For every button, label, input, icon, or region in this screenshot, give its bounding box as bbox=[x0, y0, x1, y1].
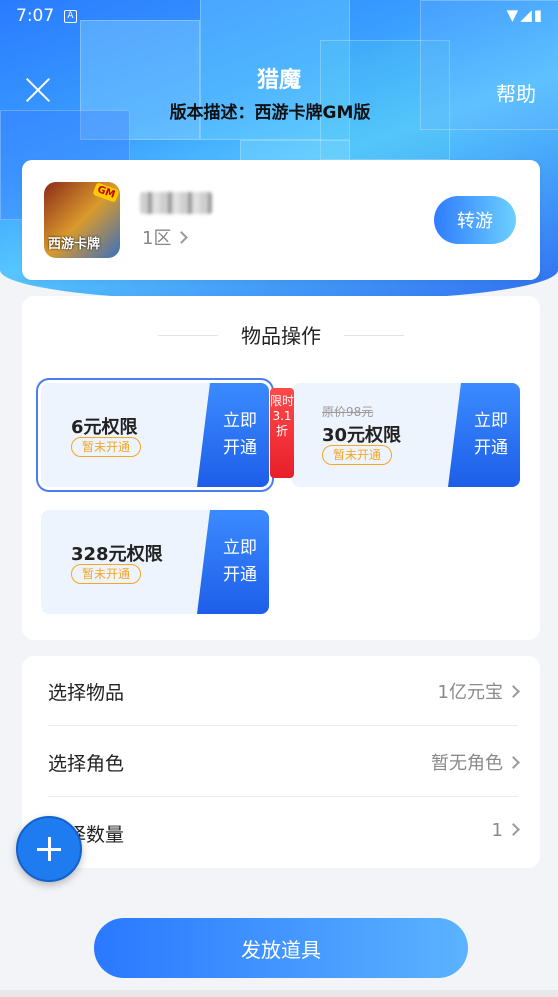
panel-title: 物品操作 bbox=[241, 324, 321, 348]
transfer-button[interactable]: 转游 bbox=[434, 196, 516, 244]
signal-battery-icon: ▼◢▮ bbox=[506, 6, 544, 24]
divider bbox=[48, 725, 518, 726]
game-account-name-blurred bbox=[140, 192, 212, 214]
activate-button[interactable]: 立即 开通 bbox=[197, 383, 269, 487]
navigation-bar bbox=[0, 990, 558, 997]
cta-line1: 立即 bbox=[223, 538, 257, 558]
floating-add-button[interactable] bbox=[16, 816, 82, 882]
tier-status-badge: 暂未开通 bbox=[322, 445, 393, 465]
tier-card-328[interactable]: 328元权限 暂未开通 立即 开通 bbox=[41, 510, 269, 614]
original-price: 原价98元 bbox=[322, 405, 374, 419]
select-role-row[interactable]: 选择角色 暂无角色 bbox=[48, 727, 520, 797]
select-item-row[interactable]: 选择物品 1亿元宝 bbox=[48, 656, 520, 726]
help-button[interactable]: 帮助 bbox=[496, 78, 536, 107]
server-label: 1区 bbox=[142, 228, 172, 249]
row-label: 选择角色 bbox=[48, 753, 125, 775]
status-bar: 7:07 A ▼◢▮ bbox=[0, 0, 558, 34]
activate-button[interactable]: 立即 开通 bbox=[448, 383, 520, 487]
game-icon: GM 西游卡牌 bbox=[44, 182, 120, 258]
cta-line2: 开通 bbox=[223, 438, 257, 458]
cta-line1: 立即 bbox=[474, 411, 508, 431]
tier-status-badge: 暂未开通 bbox=[71, 564, 142, 584]
cta-line1: 立即 bbox=[223, 411, 257, 431]
server-selector[interactable]: 1区 bbox=[142, 224, 189, 250]
tier-label: 30元权限 bbox=[322, 425, 402, 446]
chevron-right-icon bbox=[507, 823, 520, 836]
divider bbox=[344, 335, 404, 336]
divider bbox=[48, 796, 518, 797]
chevron-right-icon bbox=[175, 231, 189, 244]
version-description: 版本描述：西游卡牌GM版 bbox=[169, 103, 371, 123]
row-value: 1 bbox=[492, 820, 520, 841]
row-label: 选择物品 bbox=[48, 682, 125, 704]
gm-badge: GM bbox=[92, 182, 120, 203]
cta-line2: 开通 bbox=[223, 565, 257, 585]
tier-label: 328元权限 bbox=[71, 544, 163, 565]
chevron-right-icon bbox=[507, 756, 520, 769]
tier-card-30[interactable]: 原价98元 30元权限 暂未开通 立即 开通 bbox=[292, 383, 520, 487]
chevron-right-icon bbox=[507, 685, 520, 698]
tier-status-badge: 暂未开通 bbox=[71, 437, 142, 457]
settings-list: 选择物品 1亿元宝 选择角色 暂无角色 选择数量 1 bbox=[22, 656, 540, 868]
game-logo-text: 西游卡牌 bbox=[48, 237, 101, 252]
page-title: 猎魔 bbox=[256, 68, 301, 93]
row-value: 1亿元宝 bbox=[438, 678, 520, 704]
activate-button[interactable]: 立即 开通 bbox=[197, 510, 269, 614]
notification-icon: A bbox=[64, 10, 77, 23]
issue-items-button[interactable]: 发放道具 bbox=[94, 918, 468, 978]
limited-discount-tag: 限时3.1折 bbox=[270, 388, 294, 478]
status-time: 7:07 bbox=[16, 6, 55, 26]
cta-line2: 开通 bbox=[474, 438, 508, 458]
tier-card-6[interactable]: 6元权限 暂未开通 立即 开通 bbox=[41, 383, 269, 487]
tier-label: 6元权限 bbox=[71, 417, 138, 438]
select-quantity-row[interactable]: 选择数量 1 bbox=[48, 798, 520, 868]
panel-header: 物品操作 bbox=[22, 320, 540, 350]
row-value: 暂无角色 bbox=[431, 749, 520, 775]
game-card: GM 西游卡牌 1区 转游 bbox=[22, 160, 540, 280]
